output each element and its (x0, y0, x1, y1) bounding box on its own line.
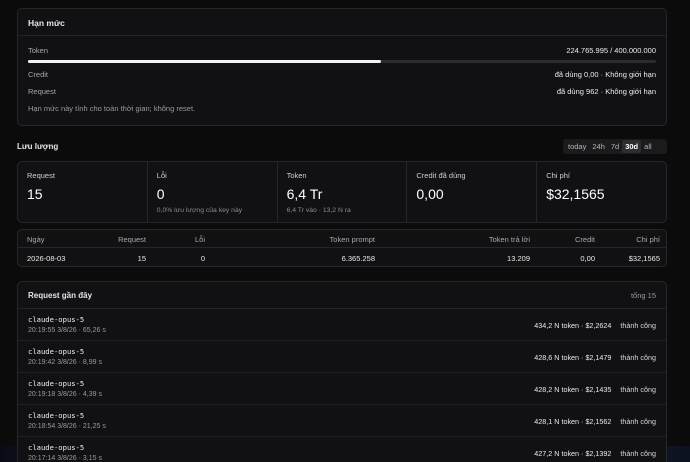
request-summary: 427,2 N token · $2,1392 thành công (534, 449, 656, 458)
quota-token-label: Token (28, 46, 49, 55)
quota-token-value: 224.765.995 / 400.000.000 (566, 46, 656, 55)
quota-token-row: Token 224.765.995 / 400.000.000 (28, 46, 656, 55)
list-item[interactable]: claude-opus-5 20:17:14 3/8/26 · 3,15 s 427… (18, 437, 666, 462)
cell-errors: 0 (200, 254, 205, 263)
quota-request-value: đã dùng 962 · Không giới hạn (556, 87, 656, 96)
quota-note: Hạn mức này tính cho toàn thời gian; khô… (28, 104, 196, 113)
quota-credit-value: đã dùng 0,00 · Không giới hạn (554, 70, 656, 79)
col-date-header: Ngày (27, 235, 45, 244)
stat-value: 0 (156, 186, 165, 202)
col-token-prompt-header: Token prompt (329, 235, 375, 244)
cell-date: 2026-08-03 (27, 254, 66, 263)
range-7d-button[interactable]: 7d (608, 140, 622, 153)
time-range-selector: today 24h 7d 30d all (563, 139, 667, 154)
recent-header: Request gần đây tổng 15 (18, 282, 666, 309)
list-item[interactable]: claude-opus-5 20:18:54 3/8/26 · 21,25 s 42… (18, 405, 666, 437)
cell-cost: $32,1565 (628, 254, 660, 263)
recent-list: claude-opus-5 20:19:55 3/8/26 · 65,26 s 43… (18, 309, 666, 462)
col-errors-header: Lỗi (194, 235, 205, 244)
quota-request-row: Request đã dùng 962 · Không giới hạn (28, 87, 656, 96)
table-header-row: Ngày Request Lỗi Token prompt Token trả … (18, 230, 666, 248)
stat-label: Credit đã dùng (416, 171, 466, 180)
stat-tile: Credit đã dùng 0,00 (407, 162, 538, 222)
col-cost-header: Chi phí (636, 235, 660, 244)
range-30d-button[interactable]: 30d (622, 140, 642, 153)
recent-title: Request gần đây (28, 291, 93, 300)
request-status: thành công (620, 353, 656, 362)
request-status: thành công (620, 385, 656, 394)
cell-token-reply: 13.209 (507, 254, 530, 263)
quota-title: Hạn mức (18, 9, 666, 36)
list-item[interactable]: claude-opus-5 20:19:55 3/8/26 · 65,26 s 43… (18, 309, 666, 341)
stat-label: Request (27, 171, 55, 180)
quota-credit-label: Credit (28, 70, 49, 79)
token-progress-fill (28, 60, 381, 63)
col-credit-header: Credit (574, 235, 595, 244)
stat-tile: Token 6,4 Tr 6,4 Tr vào · 13,2 N ra (278, 162, 408, 222)
traffic-title: Lưu lượng (17, 142, 59, 151)
stat-subtext: 6,4 Tr vào · 13,2 N ra (286, 207, 351, 214)
cell-token-prompt: 6.365.258 (341, 254, 375, 263)
range-24h-button[interactable]: 24h (589, 140, 608, 153)
table-row: 2026-08-03 15 0 6.365.258 13.209 0,00 $3… (18, 249, 666, 267)
cell-request: 15 (137, 254, 146, 263)
request-summary: 428,6 N token · $2,1479 thành công (534, 353, 656, 362)
list-item[interactable]: claude-opus-5 20:19:42 3/8/26 · 8,99 s 428… (18, 341, 666, 373)
request-status: thành công (620, 449, 656, 458)
stat-label: Chi phí (546, 171, 570, 180)
stat-value: 15 (27, 186, 43, 202)
stats-card: Request 15 Lỗi 0 0,0% lưu lượng của key này T… (17, 161, 667, 223)
request-tokens: 434,2 N token · $2,2624 (534, 321, 612, 330)
recent-requests-card: Request gần đây tổng 15 claude-opus-5 20:… (17, 281, 667, 462)
request-summary: 428,1 N token · $2,1562 thành công (534, 417, 656, 426)
stat-label: Lỗi (156, 171, 167, 180)
stat-tile: Lỗi 0 0,0% lưu lượng của key này (148, 162, 278, 222)
stat-tile: Request 15 (18, 162, 148, 222)
stat-label: Token (286, 171, 307, 180)
col-token-reply-header: Token trả lời (488, 235, 530, 244)
request-status: thành công (620, 417, 656, 426)
quota-request-label: Request (28, 87, 56, 96)
request-tokens: 427,2 N token · $2,1392 (534, 449, 612, 458)
stat-value: 6,4 Tr (286, 186, 323, 202)
request-summary: 428,2 N token · $2,1435 thành công (534, 385, 656, 394)
request-tokens: 428,1 N token · $2,1562 (534, 417, 612, 426)
token-progress-bar (28, 60, 656, 63)
col-request-header: Request (118, 235, 146, 244)
stat-tile: Chi phí $32,1565 (537, 162, 666, 222)
range-all-button[interactable]: all (641, 140, 655, 153)
request-summary: 434,2 N token · $2,2624 thành công (534, 321, 656, 330)
list-item[interactable]: claude-opus-5 20:19:18 3/8/26 · 4,39 s 428… (18, 373, 666, 405)
quota-credit-row: Credit đã dùng 0,00 · Không giới hạn (28, 70, 656, 79)
stat-value: 0,00 (416, 186, 444, 202)
daily-table: Ngày Request Lỗi Token prompt Token trả … (17, 229, 667, 267)
request-tokens: 428,2 N token · $2,1435 (534, 385, 612, 394)
recent-count: tổng 15 (630, 291, 656, 300)
stat-subtext: 0,0% lưu lượng của key này (156, 207, 243, 214)
request-status: thành công (620, 321, 656, 330)
request-tokens: 428,6 N token · $2,1479 (534, 353, 612, 362)
stat-value: $32,1565 (546, 186, 605, 202)
quota-card: Hạn mức Token 224.765.995 / 400.000.000 … (17, 8, 667, 126)
range-today-button[interactable]: today (565, 140, 589, 153)
cell-credit: 0,00 (580, 254, 595, 263)
